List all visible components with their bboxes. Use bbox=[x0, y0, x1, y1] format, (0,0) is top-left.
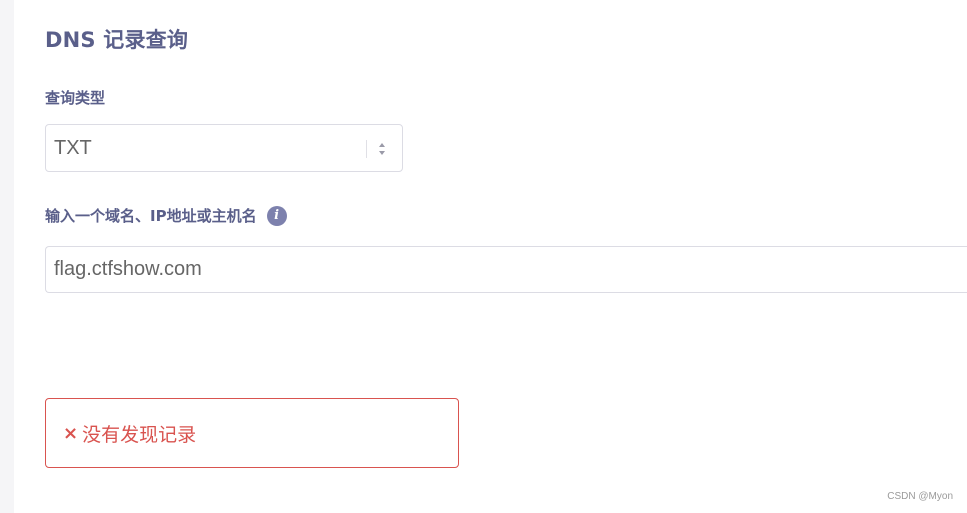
sort-arrows-icon bbox=[379, 143, 385, 155]
info-icon[interactable]: i bbox=[266, 205, 287, 226]
domain-input-label-row: 输入一个域名、IP地址或主机名 i bbox=[45, 205, 287, 226]
select-separator bbox=[366, 140, 367, 158]
no-records-alert: × 没有发现记录 bbox=[45, 398, 459, 468]
error-x-icon: × bbox=[63, 422, 79, 444]
watermark: CSDN @Myon⁠⁠ bbox=[887, 491, 953, 502]
domain-input[interactable] bbox=[46, 247, 967, 292]
query-type-select[interactable]: TXT bbox=[45, 124, 403, 172]
dns-lookup-panel: DNS 记录查询 查询类型 TXT 输入一个域名、IP地址或主机名 i × 没有… bbox=[14, 0, 967, 513]
query-type-selected-value: TXT bbox=[54, 137, 92, 159]
domain-input-wrapper bbox=[45, 246, 967, 293]
query-type-label: 查询类型 bbox=[45, 89, 106, 107]
domain-input-label: 输入一个域名、IP地址或主机名 bbox=[45, 207, 257, 225]
page-title: DNS 记录查询 bbox=[45, 28, 189, 52]
no-records-message: 没有发现记录 bbox=[82, 423, 197, 446]
